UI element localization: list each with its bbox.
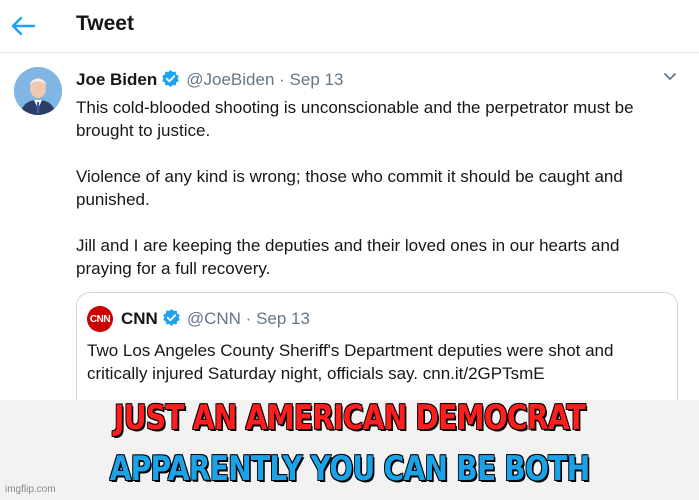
meme-caption-top: JUST AN AMERICAN DEMOCRAT [114, 397, 587, 438]
imgflip-watermark: imgflip.com [5, 484, 56, 495]
tweet: Joe Biden @JoeBiden · Sep 13 This cold-b… [0, 53, 699, 400]
meme-caption-bottom: APPARENTLY YOU CAN BE BOTH [109, 448, 591, 489]
quoted-author-name: CNN [121, 309, 158, 328]
separator-dot: · [245, 309, 252, 328]
quoted-author-handle: @CNN [186, 309, 241, 328]
cnn-logo: CNN [87, 306, 113, 332]
verified-badge-icon [162, 308, 180, 327]
page-title: Tweet [76, 12, 134, 35]
arrow-left-icon[interactable] [10, 14, 36, 38]
tweet-date[interactable]: Sep 13 [290, 70, 344, 89]
tweet-author-row: Joe Biden @JoeBiden · Sep 13 [76, 69, 343, 90]
author-handle[interactable]: @JoeBiden [186, 70, 274, 89]
verified-badge-icon [162, 69, 180, 88]
tweet-paragraph: Jill and I are keeping the deputies and … [76, 236, 620, 278]
chevron-down-icon[interactable] [662, 71, 678, 83]
tweet-paragraph: This cold-blooded shooting is unconscion… [76, 98, 634, 140]
avatar[interactable] [14, 67, 62, 115]
author-name[interactable]: Joe Biden [76, 70, 157, 89]
separator-dot: · [279, 70, 285, 89]
tweet-body: This cold-blooded shooting is unconscion… [76, 96, 676, 303]
quoted-tweet-date: Sep 13 [256, 309, 310, 328]
avatar-image [14, 67, 62, 115]
tweet-paragraph: Violence of any kind is wrong; those who… [76, 167, 623, 209]
quoted-author-row: CNN @CNN · Sep 13 [121, 308, 310, 329]
quoted-tweet-text: Two Los Angeles County Sheriff's Departm… [87, 341, 614, 383]
tweet-header: Tweet [0, 0, 699, 53]
quoted-tweet-card[interactable]: CNN CNN @CNN · Sep 13 Two Los Angeles Co… [76, 292, 678, 400]
